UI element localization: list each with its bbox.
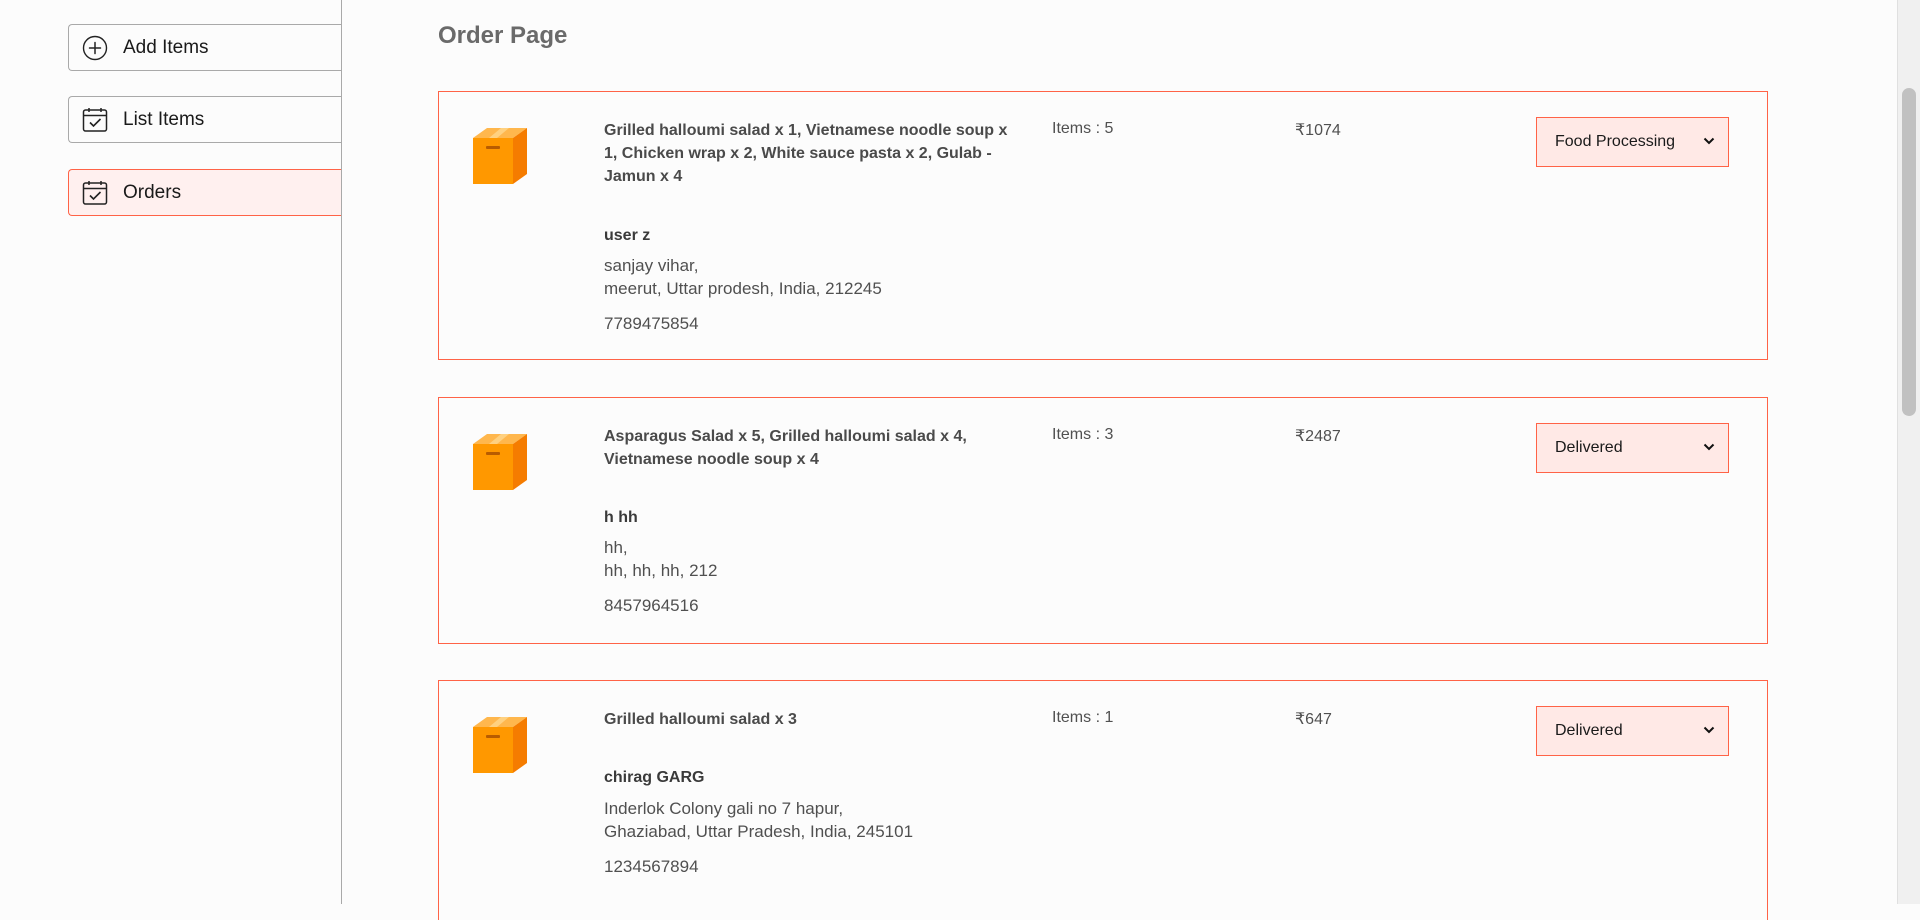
address-line: sanjay vihar,	[604, 256, 699, 275]
chevron-down-icon	[1703, 137, 1715, 145]
address-line: hh,	[604, 538, 628, 557]
sidebar-item-orders[interactable]: Orders	[68, 169, 341, 216]
order-amount: ₹647	[1295, 711, 1332, 728]
item-count: Items : 1	[1052, 709, 1114, 726]
item-count: Items : 5	[1052, 120, 1114, 137]
order-amount: ₹2487	[1295, 428, 1341, 445]
order-card: Grilled halloumi salad x 1, Vietnamese n…	[438, 91, 1768, 360]
customer-address: Inderlok Colony gali no 7 hapur, Ghaziab…	[604, 797, 913, 843]
sidebar-item-list-items[interactable]: List Items	[68, 96, 341, 143]
customer-address: sanjay vihar, meerut, Uttar prodesh, Ind…	[604, 254, 882, 300]
order-card: Grilled halloumi salad x 3 chirag GARG I…	[438, 680, 1768, 920]
address-line: Inderlok Colony gali no 7 hapur,	[604, 799, 844, 818]
status-value: Delivered	[1555, 439, 1623, 456]
calendar-check-icon	[81, 106, 109, 134]
order-items: Grilled halloumi salad x 3	[604, 711, 797, 728]
address-line: meerut, Uttar prodesh, India, 212245	[604, 279, 882, 298]
sidebar: Add Items List Items Orders	[0, 0, 342, 904]
order-card: Asparagus Salad x 5, Grilled halloumi sa…	[438, 397, 1768, 644]
order-amount: ₹1074	[1295, 122, 1341, 139]
status-select[interactable]: Delivered	[1536, 423, 1729, 473]
customer-address: hh, hh, hh, hh, 212	[604, 536, 717, 582]
sidebar-item-label: Orders	[123, 181, 182, 203]
vertical-scrollbar[interactable]	[1897, 0, 1920, 904]
order-items: Grilled halloumi salad x 1, Vietnamese n…	[604, 122, 1008, 185]
status-select[interactable]: Food Processing	[1536, 117, 1729, 167]
chevron-down-icon	[1703, 443, 1715, 451]
item-count: Items : 3	[1052, 426, 1114, 443]
customer-name: user z	[604, 227, 651, 244]
main-content: Order Page Grilled halloumi salad x 1, V…	[342, 0, 1898, 920]
address-line: Ghaziabad, Uttar Pradesh, India, 245101	[604, 822, 914, 841]
calendar-check-icon	[81, 179, 109, 207]
sidebar-item-add-items[interactable]: Add Items	[68, 24, 341, 71]
customer-name: h hh	[604, 509, 638, 526]
parcel-icon	[473, 434, 527, 490]
customer-name: chirag GARG	[604, 769, 705, 786]
status-select[interactable]: Delivered	[1536, 706, 1729, 756]
customer-phone: 1234567894	[604, 857, 699, 876]
order-items: Asparagus Salad x 5, Grilled halloumi sa…	[604, 428, 967, 468]
status-value: Delivered	[1555, 722, 1623, 739]
parcel-icon	[473, 128, 527, 184]
sidebar-item-label: List Items	[123, 108, 205, 130]
status-value: Food Processing	[1555, 133, 1676, 150]
customer-phone: 8457964516	[604, 596, 699, 615]
chevron-down-icon	[1703, 726, 1715, 734]
address-line: hh, hh, hh, 212	[604, 561, 718, 580]
customer-phone: 7789475854	[604, 314, 699, 333]
scrollbar-thumb[interactable]	[1902, 88, 1916, 416]
page-title: Order Page	[438, 22, 568, 49]
plus-circle-icon	[81, 34, 109, 62]
parcel-icon	[473, 717, 527, 773]
sidebar-item-label: Add Items	[123, 36, 209, 58]
